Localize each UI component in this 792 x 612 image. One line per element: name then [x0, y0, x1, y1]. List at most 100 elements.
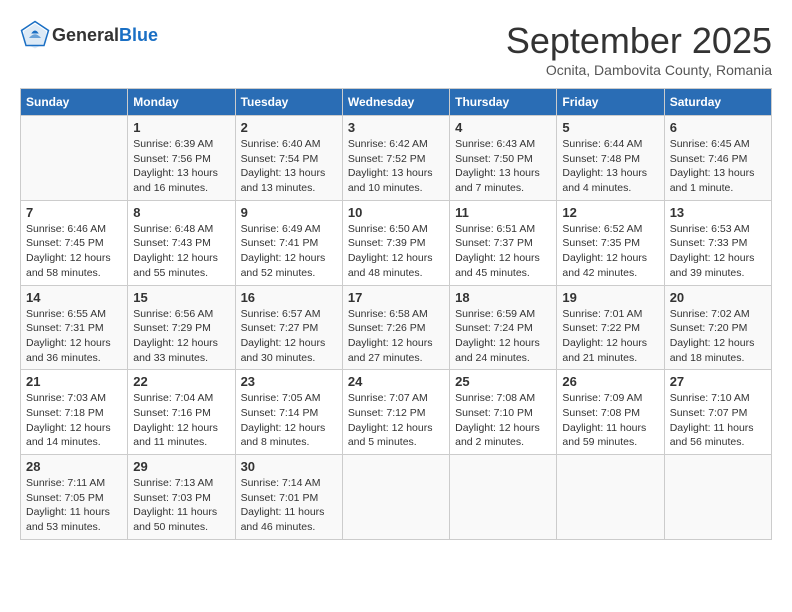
calendar-cell: 2Sunrise: 6:40 AM Sunset: 7:54 PM Daylig… — [235, 116, 342, 201]
weekday-header-sunday: Sunday — [21, 89, 128, 116]
calendar-cell: 29 Sunrise: 7:13 AM Sunset: 7:03 PM Dayli… — [128, 455, 235, 540]
calendar-cell: 24 Sunrise: 7:07 AM Sunset: 7:12 PM Dayli… — [342, 370, 449, 455]
logo-text: GeneralBlue — [52, 25, 158, 46]
logo-blue: Blue — [119, 25, 158, 45]
day-number: 2 — [241, 120, 337, 135]
calendar-cell: 27 Sunrise: 7:10 AM Sunset: 7:07 PM Dayli… — [664, 370, 771, 455]
weekday-header-wednesday: Wednesday — [342, 89, 449, 116]
day-number: 17 — [348, 290, 444, 305]
day-number: 3 — [348, 120, 444, 135]
day-info: Sunrise: 6:46 AM Sunset: 7:45 PM Dayligh… — [26, 222, 122, 281]
page-header: GeneralBlue September 2025 Ocnita, Dambo… — [20, 20, 772, 78]
calendar-cell: 16 Sunrise: 6:57 AM Sunset: 7:27 PM Dayli… — [235, 285, 342, 370]
calendar-week-row: 14Sunrise: 6:55 AM Sunset: 7:31 PM Dayli… — [21, 285, 772, 370]
calendar-cell: 15 Sunrise: 6:56 AM Sunset: 7:29 PM Dayli… — [128, 285, 235, 370]
day-info: Sunrise: 6:59 AM Sunset: 7:24 PM Dayligh… — [455, 307, 551, 366]
day-number: 10 — [348, 205, 444, 220]
day-number: 18 — [455, 290, 551, 305]
weekday-header-friday: Friday — [557, 89, 664, 116]
day-info: Sunrise: 6:56 AM Sunset: 7:29 PM Dayligh… — [133, 307, 229, 366]
month-title: September 2025 — [506, 20, 772, 62]
calendar-cell: 13 Sunrise: 6:53 AM Sunset: 7:33 PM Dayli… — [664, 200, 771, 285]
day-info: Sunrise: 7:14 AM Sunset: 7:01 PM Dayligh… — [241, 476, 337, 535]
day-number: 22 — [133, 374, 229, 389]
day-number: 25 — [455, 374, 551, 389]
day-info: Sunrise: 6:43 AM Sunset: 7:50 PM Dayligh… — [455, 137, 551, 196]
weekday-header-saturday: Saturday — [664, 89, 771, 116]
calendar-cell: 18 Sunrise: 6:59 AM Sunset: 7:24 PM Dayli… — [450, 285, 557, 370]
day-number: 30 — [241, 459, 337, 474]
day-info: Sunrise: 7:05 AM Sunset: 7:14 PM Dayligh… — [241, 391, 337, 450]
calendar-cell: 26 Sunrise: 7:09 AM Sunset: 7:08 PM Dayli… — [557, 370, 664, 455]
calendar-table: SundayMondayTuesdayWednesdayThursdayFrid… — [20, 88, 772, 540]
calendar-cell: 3 Sunrise: 6:42 AM Sunset: 7:52 PM Daylig… — [342, 116, 449, 201]
logo-icon — [20, 20, 50, 50]
calendar-cell: 30 Sunrise: 7:14 AM Sunset: 7:01 PM Dayli… — [235, 455, 342, 540]
calendar-cell: 21 Sunrise: 7:03 AM Sunset: 7:18 PM Dayli… — [21, 370, 128, 455]
calendar-week-row: 21 Sunrise: 7:03 AM Sunset: 7:18 PM Dayli… — [21, 370, 772, 455]
day-number: 27 — [670, 374, 766, 389]
day-info: Sunrise: 7:11 AM Sunset: 7:05 PM Dayligh… — [26, 476, 122, 535]
calendar-week-row: 7 Sunrise: 6:46 AM Sunset: 7:45 PM Daylig… — [21, 200, 772, 285]
day-info: Sunrise: 6:53 AM Sunset: 7:33 PM Dayligh… — [670, 222, 766, 281]
day-info: Sunrise: 7:10 AM Sunset: 7:07 PM Dayligh… — [670, 391, 766, 450]
day-number: 4 — [455, 120, 551, 135]
title-block: September 2025 Ocnita, Dambovita County,… — [506, 20, 772, 78]
day-info: Sunrise: 7:07 AM Sunset: 7:12 PM Dayligh… — [348, 391, 444, 450]
day-info: Sunrise: 6:39 AM Sunset: 7:56 PM Dayligh… — [133, 137, 229, 196]
calendar-cell: 1 Sunrise: 6:39 AM Sunset: 7:56 PM Daylig… — [128, 116, 235, 201]
day-number: 26 — [562, 374, 658, 389]
calendar-cell: 6 Sunrise: 6:45 AM Sunset: 7:46 PM Daylig… — [664, 116, 771, 201]
calendar-cell — [664, 455, 771, 540]
logo: GeneralBlue — [20, 20, 158, 50]
calendar-cell: 11Sunrise: 6:51 AM Sunset: 7:37 PM Dayli… — [450, 200, 557, 285]
calendar-cell: 17 Sunrise: 6:58 AM Sunset: 7:26 PM Dayli… — [342, 285, 449, 370]
location-subtitle: Ocnita, Dambovita County, Romania — [506, 62, 772, 78]
day-number: 5 — [562, 120, 658, 135]
calendar-cell: 7 Sunrise: 6:46 AM Sunset: 7:45 PM Daylig… — [21, 200, 128, 285]
day-number: 1 — [133, 120, 229, 135]
day-number: 24 — [348, 374, 444, 389]
day-info: Sunrise: 6:58 AM Sunset: 7:26 PM Dayligh… — [348, 307, 444, 366]
weekday-header-tuesday: Tuesday — [235, 89, 342, 116]
day-number: 16 — [241, 290, 337, 305]
day-info: Sunrise: 6:48 AM Sunset: 7:43 PM Dayligh… — [133, 222, 229, 281]
calendar-cell: 8 Sunrise: 6:48 AM Sunset: 7:43 PM Daylig… — [128, 200, 235, 285]
calendar-cell: 23 Sunrise: 7:05 AM Sunset: 7:14 PM Dayli… — [235, 370, 342, 455]
day-number: 8 — [133, 205, 229, 220]
calendar-week-row: 1 Sunrise: 6:39 AM Sunset: 7:56 PM Daylig… — [21, 116, 772, 201]
calendar-cell: 14Sunrise: 6:55 AM Sunset: 7:31 PM Dayli… — [21, 285, 128, 370]
weekday-header-thursday: Thursday — [450, 89, 557, 116]
day-info: Sunrise: 6:57 AM Sunset: 7:27 PM Dayligh… — [241, 307, 337, 366]
day-number: 6 — [670, 120, 766, 135]
day-info: Sunrise: 7:08 AM Sunset: 7:10 PM Dayligh… — [455, 391, 551, 450]
day-number: 23 — [241, 374, 337, 389]
day-number: 13 — [670, 205, 766, 220]
calendar-cell — [450, 455, 557, 540]
day-number: 12 — [562, 205, 658, 220]
day-number: 20 — [670, 290, 766, 305]
day-info: Sunrise: 7:04 AM Sunset: 7:16 PM Dayligh… — [133, 391, 229, 450]
calendar-cell: 5Sunrise: 6:44 AM Sunset: 7:48 PM Daylig… — [557, 116, 664, 201]
day-number: 19 — [562, 290, 658, 305]
day-number: 15 — [133, 290, 229, 305]
day-info: Sunrise: 6:51 AM Sunset: 7:37 PM Dayligh… — [455, 222, 551, 281]
day-info: Sunrise: 6:50 AM Sunset: 7:39 PM Dayligh… — [348, 222, 444, 281]
day-info: Sunrise: 6:55 AM Sunset: 7:31 PM Dayligh… — [26, 307, 122, 366]
day-info: Sunrise: 7:09 AM Sunset: 7:08 PM Dayligh… — [562, 391, 658, 450]
calendar-week-row: 28 Sunrise: 7:11 AM Sunset: 7:05 PM Dayli… — [21, 455, 772, 540]
day-number: 29 — [133, 459, 229, 474]
day-info: Sunrise: 7:03 AM Sunset: 7:18 PM Dayligh… — [26, 391, 122, 450]
calendar-cell: 10 Sunrise: 6:50 AM Sunset: 7:39 PM Dayli… — [342, 200, 449, 285]
day-number: 28 — [26, 459, 122, 474]
day-info: Sunrise: 6:42 AM Sunset: 7:52 PM Dayligh… — [348, 137, 444, 196]
calendar-cell — [342, 455, 449, 540]
day-info: Sunrise: 6:45 AM Sunset: 7:46 PM Dayligh… — [670, 137, 766, 196]
weekday-header-monday: Monday — [128, 89, 235, 116]
calendar-cell — [557, 455, 664, 540]
calendar-cell: 12Sunrise: 6:52 AM Sunset: 7:35 PM Dayli… — [557, 200, 664, 285]
day-number: 21 — [26, 374, 122, 389]
day-info: Sunrise: 7:13 AM Sunset: 7:03 PM Dayligh… — [133, 476, 229, 535]
calendar-cell: 9Sunrise: 6:49 AM Sunset: 7:41 PM Daylig… — [235, 200, 342, 285]
day-number: 7 — [26, 205, 122, 220]
